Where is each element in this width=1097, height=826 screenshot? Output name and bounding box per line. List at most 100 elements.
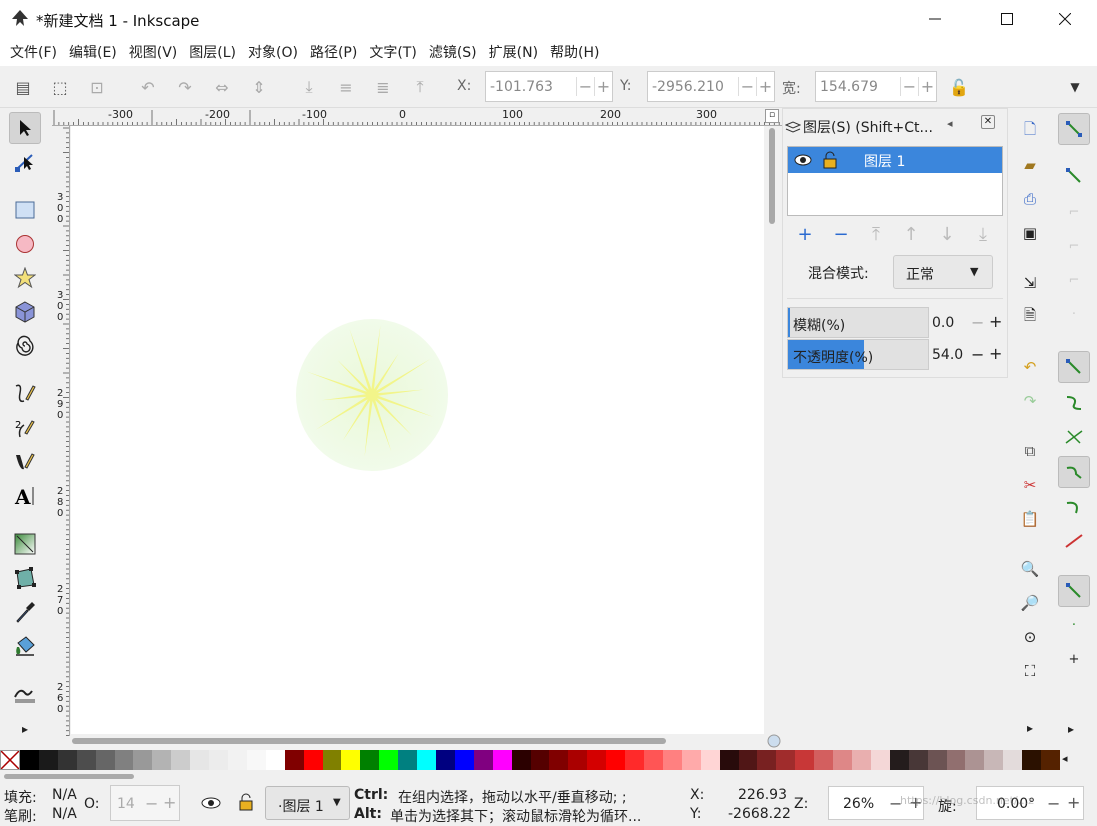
toolbox-more-icon[interactable]: ▸ [9,713,41,745]
palette-swatch[interactable] [946,750,966,770]
ellipse-tool[interactable] [9,228,41,260]
paste-icon[interactable]: 📋 [1017,506,1043,532]
toolbar-overflow-icon[interactable]: ▼ [1064,76,1086,98]
snap-bbox-center-icon[interactable]: · [1058,298,1090,330]
palette-swatch[interactable] [738,750,758,770]
palette-swatch[interactable] [606,750,626,770]
palette-swatch[interactable] [265,750,286,770]
opacity-spin-value[interactable]: 14 [117,796,135,812]
snap-nodes-icon[interactable] [1058,351,1090,383]
blur-slider[interactable]: 模糊(%) [787,307,929,338]
palette-swatch[interactable] [625,750,645,770]
palette-swatch[interactable] [927,750,948,770]
lower-layer-icon[interactable]: ↓ [937,224,957,245]
cut-scissors-icon[interactable]: ✂ [1017,472,1043,498]
lock-ratio-icon[interactable]: 🔓 [948,76,970,98]
tweak-tool[interactable] [9,678,41,710]
undo-icon[interactable]: ↶ [1017,354,1043,380]
snap-midpoint-icon[interactable] [1058,525,1090,557]
ruler-horizontal[interactable]: -300 -200 -100 0 100 200 300 [52,108,782,126]
palette-swatch[interactable] [568,750,588,770]
raise-layer-icon[interactable]: ↑ [901,224,921,245]
no-paint-swatch[interactable] [0,750,20,770]
vertical-scroll-thumb[interactable] [769,128,775,224]
palette-swatch[interactable] [379,750,399,770]
open-folder-icon[interactable]: ▰ [1017,152,1043,178]
minimize-button[interactable] [911,0,959,38]
snap-center-icon[interactable]: · [1058,609,1090,641]
palette-swatch[interactable] [341,750,361,770]
3d-box-tool[interactable] [9,296,41,328]
y-value[interactable]: -2956.210 [648,79,738,95]
palette-swatch[interactable] [700,750,721,770]
width-increment[interactable]: + [918,77,936,96]
palette-swatch[interactable] [1022,750,1042,770]
palette-swatch[interactable] [133,750,153,770]
palette-swatch[interactable] [303,750,324,770]
lock-open-icon[interactable] [822,151,838,169]
menu-path[interactable]: 路径(P) [304,42,363,62]
palette-swatch[interactable] [530,750,550,770]
palette-swatch[interactable] [1041,750,1061,770]
palette-swatch[interactable] [681,750,702,770]
menu-help[interactable]: 帮助(H) [544,42,605,62]
menu-extensions[interactable]: 扩展(N) [483,42,544,62]
menu-filters[interactable]: 滤镜(S) [423,42,483,62]
palette-swatch[interactable] [398,750,418,770]
snap-bbox-corner-icon[interactable]: ⌐ [1058,230,1090,262]
import-icon[interactable]: ⇲ [1017,270,1043,296]
select-all-icon[interactable]: ▤ [12,76,34,98]
redo-icon[interactable]: ↷ [1017,388,1043,414]
lower-layer-bottom-icon[interactable]: ⤓ [973,224,993,245]
snap-smooth-icon[interactable] [1058,491,1090,523]
menu-file[interactable]: 文件(F) [4,42,63,62]
y-field[interactable]: -2956.210 − + [647,71,775,102]
y-increment[interactable]: + [756,77,774,96]
palette-menu-icon[interactable]: ◂ [1062,752,1068,765]
blur-decrement[interactable]: − [971,313,984,332]
raise-to-top-icon[interactable]: ⤒ [409,76,431,98]
lower-icon[interactable]: ≡ [335,76,357,98]
zoom-page-icon[interactable]: ⊙ [1017,624,1043,650]
selector-tool[interactable] [9,112,41,144]
palette-swatch[interactable] [870,750,891,770]
palette-swatch[interactable] [38,750,59,770]
raise-layer-top-icon[interactable]: ⤒ [866,224,886,245]
palette-swatch[interactable] [833,750,853,770]
width-field[interactable]: 154.679 − + [815,71,937,102]
rotation-increment[interactable]: + [1067,793,1080,812]
blur-increment[interactable]: + [989,312,1002,331]
menu-object[interactable]: 对象(O) [242,42,304,62]
width-value[interactable]: 154.679 [816,79,900,95]
snap-cusp-icon[interactable] [1058,456,1090,488]
opacity-decrement[interactable]: − [971,345,984,364]
palette-swatch[interactable] [76,750,97,770]
palette-swatch[interactable] [152,750,172,770]
palette-scrollbar[interactable] [0,771,1097,781]
select-all-layers-icon[interactable]: ⬚ [49,76,71,98]
palette-swatch[interactable] [1003,750,1023,770]
blur-value[interactable]: 0.0 [932,315,968,331]
opacity-slider[interactable]: 不透明度(%) [787,339,929,370]
palette-swatch[interactable] [984,750,1004,770]
palette-swatch[interactable] [95,750,116,770]
calligraphy-tool[interactable] [9,446,41,478]
snap-intersection-icon[interactable] [1058,421,1090,453]
color-manage-icon[interactable] [766,734,782,748]
fill-value[interactable]: N/A [52,787,77,803]
menu-text[interactable]: 文字(T) [363,42,422,62]
zoom-corner-icon[interactable]: ▫ [765,109,779,123]
lower-to-bottom-icon[interactable]: ⤓ [298,76,320,98]
zoom-selection-icon[interactable]: 🔍 [1017,556,1043,582]
menu-view[interactable]: 视图(V) [123,42,184,62]
y-decrement[interactable]: − [738,77,756,96]
palette-swatch[interactable] [492,750,513,770]
palette-swatch[interactable] [190,750,210,770]
rectangle-tool[interactable] [9,194,41,226]
print-icon[interactable]: ⎙ [1017,186,1043,212]
current-layer-select[interactable]: ·图层 1 ▼ [265,786,350,820]
palette-swatch[interactable] [889,750,910,770]
blend-mode-select[interactable]: 正常 ▼ [893,255,993,289]
new-document-icon[interactable]: 🗋 [1017,118,1043,144]
drawing-canvas[interactable] [71,126,764,734]
